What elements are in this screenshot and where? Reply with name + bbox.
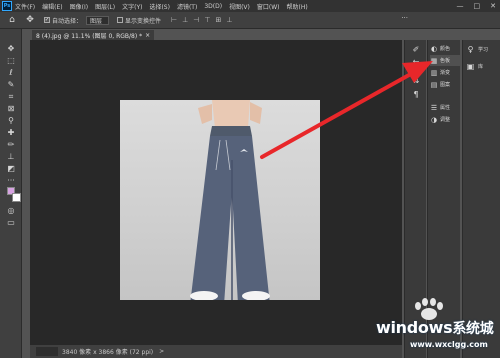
move-tool-icon[interactable]: ✥ xyxy=(24,14,36,26)
watermark-url: www.wxclgg.com xyxy=(410,340,488,349)
watermark: windows系统城 www.wxclgg.com xyxy=(370,296,500,356)
healing-brush-icon[interactable]: ✚ xyxy=(4,127,18,138)
align-controls: ⊢ ⊥ ⊣ ⊤ ⊞ ⊥ xyxy=(171,16,232,24)
show-transform-label: 显示变换控件 xyxy=(125,17,162,25)
properties-icon: ☰ xyxy=(430,103,438,112)
panel-color[interactable]: ◐ 颜色 xyxy=(430,43,460,54)
zoom-level-field[interactable] xyxy=(36,347,58,356)
menu-type[interactable]: 文字(Y) xyxy=(122,2,142,11)
brush-tool-icon[interactable]: ✏ xyxy=(4,139,18,150)
quick-mask-icon[interactable]: ◎ xyxy=(4,205,18,216)
align-left-icon[interactable]: ⊢ xyxy=(171,16,177,24)
lasso-tool-icon[interactable]: ℓ xyxy=(4,67,18,78)
quick-select-tool-icon[interactable]: ✎ xyxy=(4,79,18,90)
close-document-icon[interactable]: × xyxy=(145,32,150,39)
auto-select-value: 图层 xyxy=(90,17,103,25)
screen-mode-icon[interactable]: ▭ xyxy=(4,217,18,228)
panel-swatches[interactable]: ▦ 色板 xyxy=(430,55,460,66)
home-icon[interactable]: ⌂ xyxy=(6,14,18,26)
document-dimensions: 3840 像素 x 3866 像素 (72 ppi) xyxy=(62,349,154,356)
menu-select[interactable]: 选择(S) xyxy=(149,2,170,11)
panel-libraries[interactable]: ▣ 库 xyxy=(466,60,499,72)
panel-learn-label: 学习 xyxy=(478,46,489,53)
history-brush-icon[interactable] xyxy=(4,111,18,122)
background-color-swatch[interactable] xyxy=(12,193,21,202)
status-bar: 3840 像素 x 3866 像素 (72 ppi) > xyxy=(30,345,402,358)
paragraph-icon[interactable]: ¶ xyxy=(410,88,422,100)
swatches-icon: ▦ xyxy=(430,56,438,65)
align-right-icon[interactable]: ⊣ xyxy=(193,16,199,24)
menu-image[interactable]: 图像(I) xyxy=(70,2,88,11)
align-middle-icon[interactable]: ⊞ xyxy=(215,16,221,24)
panel-adjustments[interactable]: ◑ 调整 xyxy=(430,114,460,125)
marquee-tool-icon[interactable]: ⬚ xyxy=(4,55,18,66)
panel-color-label: 颜色 xyxy=(440,46,451,52)
watermark-title-cn: 系统城 xyxy=(452,321,494,337)
status-menu-arrow[interactable]: > xyxy=(159,348,164,355)
panel-libraries-label: 库 xyxy=(478,63,484,70)
panel-properties-label: 属性 xyxy=(440,105,451,111)
auto-select-dropdown[interactable]: 图层 xyxy=(86,15,110,25)
auto-select-label: 自动选择： xyxy=(52,17,83,25)
more-tools-icon[interactable]: ··· xyxy=(4,175,18,186)
menu-3d[interactable]: 3D(D) xyxy=(204,3,222,10)
watermark-title: windows系统城 xyxy=(376,318,494,338)
brush-settings-icon[interactable]: ✐ xyxy=(410,43,422,55)
crop-tool-icon[interactable]: ⌗ xyxy=(4,91,18,102)
panel-gradients-label: 渐变 xyxy=(440,70,451,76)
libraries-icon: ▣ xyxy=(466,61,475,71)
close-window-button[interactable]: ✕ xyxy=(490,2,496,10)
tools-panel: ✥ ⬚ ℓ ✎ ⌗ ⊠ ⚲ ✚ ✏ ⊥ ◩ ··· ◎ ▭ xyxy=(0,29,22,358)
learn-icon: ♀ xyxy=(467,44,474,54)
canvas-area[interactable] xyxy=(30,40,402,345)
minimize-button[interactable]: — xyxy=(457,2,464,10)
more-options-button[interactable]: ··· xyxy=(401,14,408,22)
maximize-button[interactable]: □ xyxy=(474,2,481,10)
panel-patterns[interactable]: ▤ 图案 xyxy=(430,79,460,90)
menu-view[interactable]: 视图(V) xyxy=(229,2,250,11)
menu-window[interactable]: 窗口(W) xyxy=(257,2,280,11)
menu-file[interactable]: 文件(F) xyxy=(15,2,35,11)
window-controls: — □ ✕ xyxy=(457,0,497,12)
photoshop-logo: Ps xyxy=(2,1,12,11)
panel-properties[interactable]: ☰ 属性 xyxy=(430,102,460,113)
menu-layer[interactable]: 图层(L) xyxy=(95,2,115,11)
align-center-icon[interactable]: ⊥ xyxy=(182,16,188,24)
watermark-title-en: windows xyxy=(376,318,453,337)
clone-stamp-icon[interactable]: ⊥ xyxy=(4,151,18,162)
move-tool-icon[interactable]: ✥ xyxy=(4,43,18,54)
document-title: 8 (4).jpg @ 11.1% (图层 0, RGB/8) * xyxy=(36,33,143,40)
panel-swatches-label: 色板 xyxy=(440,58,451,64)
show-transform-checkbox[interactable] xyxy=(117,17,124,23)
panel-patterns-label: 图案 xyxy=(440,82,451,88)
pattern-icon: ▤ xyxy=(430,80,438,89)
auto-select-checkbox[interactable]: ✓ xyxy=(44,17,50,23)
gradient-icon: ▥ xyxy=(430,68,438,77)
menu-filter[interactable]: 滤镜(T) xyxy=(177,2,197,11)
menu-bar: Ps 文件(F) 编辑(E) 图像(I) 图层(L) 文字(Y) 选择(S) 滤… xyxy=(0,0,500,12)
eraser-tool-icon[interactable]: ◩ xyxy=(4,163,18,174)
adjustments-icon: ◑ xyxy=(430,115,438,124)
align-top-icon[interactable]: ⊤ xyxy=(204,16,210,24)
align-bottom-icon[interactable]: ⊥ xyxy=(226,16,232,24)
clone-source-icon[interactable]: ⇅ xyxy=(410,74,422,86)
canvas-image[interactable] xyxy=(120,100,320,300)
menu-help[interactable]: 帮助(H) xyxy=(287,2,308,11)
color-icon: ◐ xyxy=(430,44,438,53)
menu-edit[interactable]: 编辑(E) xyxy=(42,2,62,11)
panel-adjustments-label: 调整 xyxy=(440,117,451,123)
panel-arrows-icon[interactable]: ⇆ xyxy=(410,56,422,68)
panel-learn[interactable]: ♀ 学习 xyxy=(466,43,499,55)
model-pants-photo xyxy=(190,100,270,300)
panel-gradients[interactable]: ▥ 渐变 xyxy=(430,67,460,78)
options-bar: ⌂ ✥ ✓ 自动选择： 图层 显示变换控件 ⊢ ⊥ ⊣ ⊤ ⊞ ⊥ ··· xyxy=(0,12,500,29)
